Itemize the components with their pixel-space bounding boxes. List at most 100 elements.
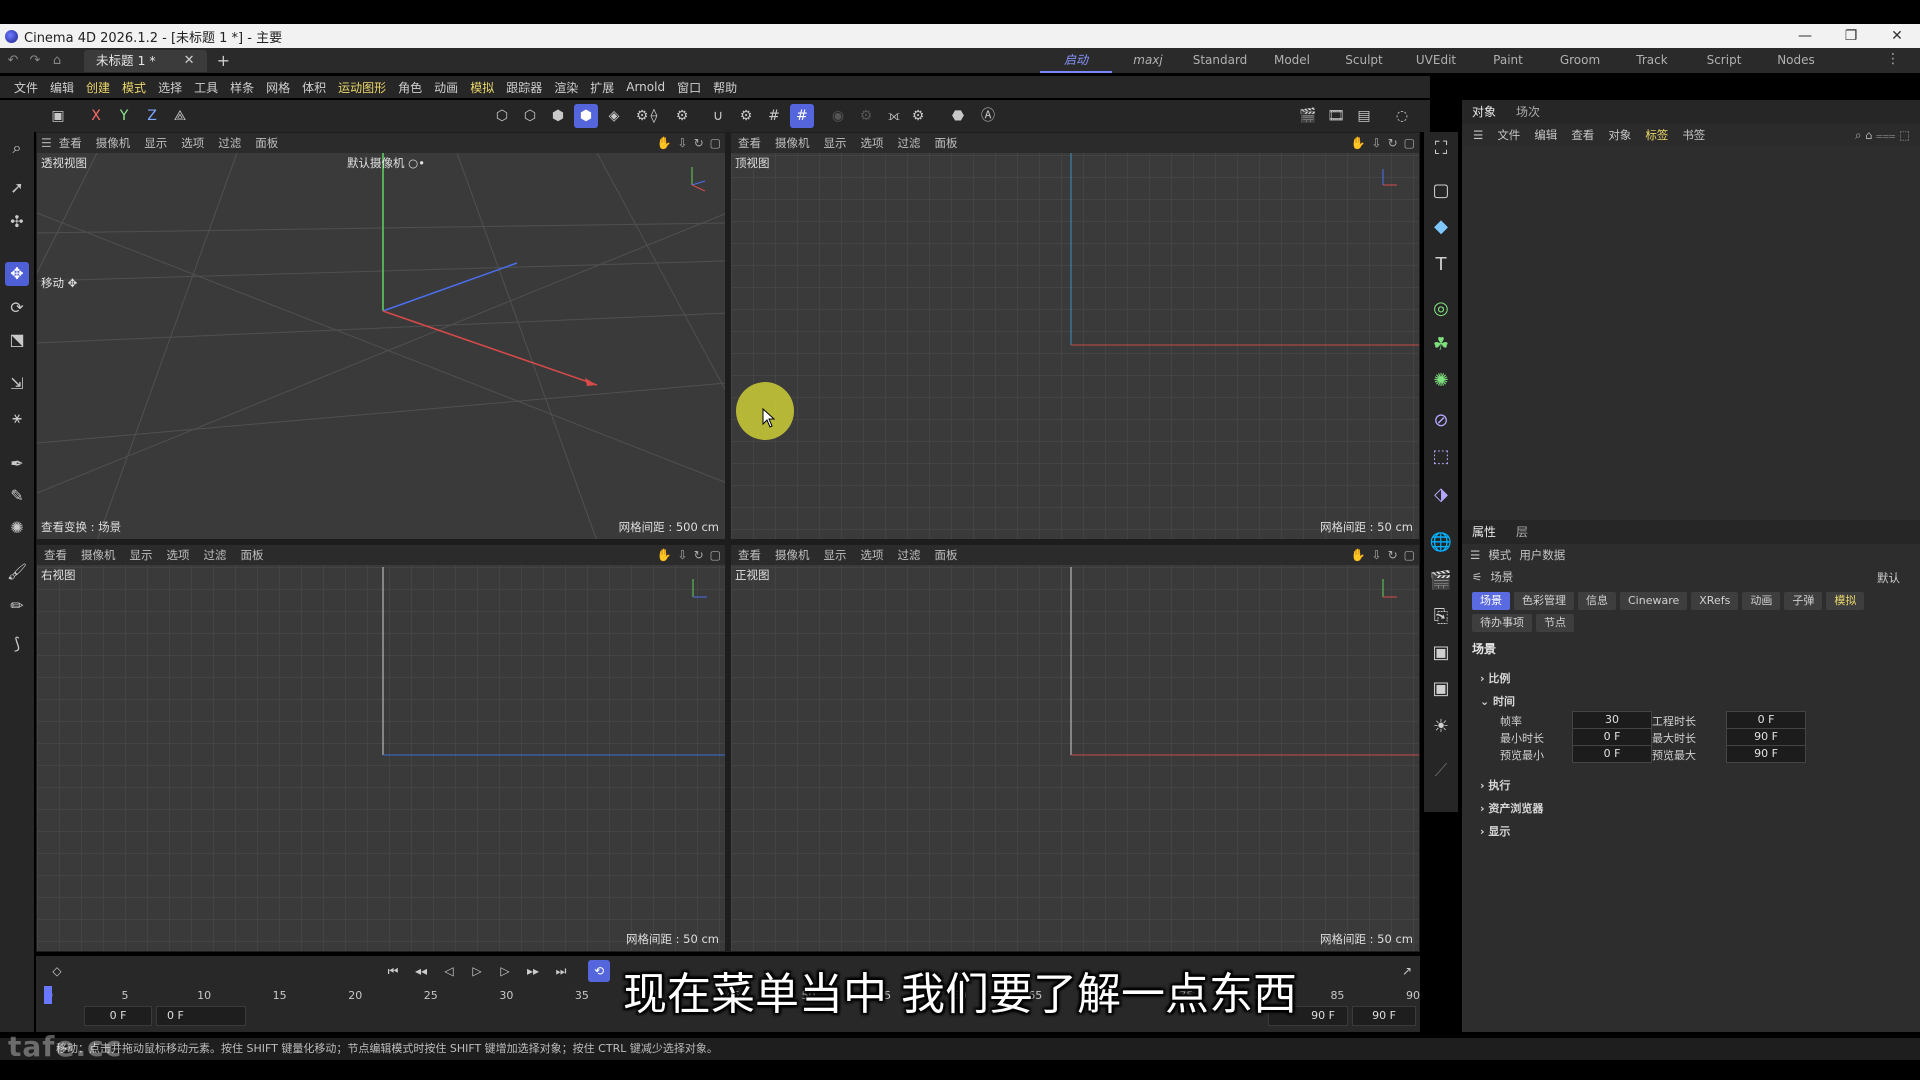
keyframe-icon[interactable]: ◇ <box>46 960 68 982</box>
vp-menu-filter[interactable]: 过滤 <box>197 547 234 563</box>
rotate-tool-icon[interactable]: ⟳ <box>5 296 29 320</box>
tab-objects[interactable]: 对象 <box>1462 100 1506 124</box>
move-tool-icon[interactable]: ✥ <box>5 262 29 286</box>
vp-menu-options[interactable]: 选项 <box>854 547 891 563</box>
deformer-icon[interactable]: ⊘ <box>1428 408 1454 434</box>
layout-sculpt[interactable]: Sculpt <box>1328 48 1400 73</box>
menu-extensions[interactable]: 扩展 <box>584 79 620 96</box>
min-time-input[interactable]: 0 F <box>1572 728 1652 746</box>
dolly-icon[interactable]: ⇩ <box>1372 545 1382 565</box>
menu-spline[interactable]: 样条 <box>224 79 260 96</box>
interactive-render-icon[interactable]: ◌ <box>1390 104 1414 128</box>
camera-rig-icon[interactable]: ▣ <box>1428 676 1454 702</box>
tab-layers[interactable]: 层 <box>1506 520 1538 544</box>
vp-menu-options[interactable]: 选项 <box>160 547 197 563</box>
workplane-icon[interactable]: # <box>762 104 786 128</box>
lock-workplane-icon[interactable]: ⬣ <box>946 104 970 128</box>
pan-icon[interactable]: ✋ <box>1351 545 1366 565</box>
null-object-icon[interactable]: ⛶ <box>1428 136 1454 162</box>
obj-menu-tags[interactable]: 标签 <box>1638 127 1675 143</box>
layout-paint[interactable]: Paint <box>1472 48 1544 73</box>
chip-cineware[interactable]: Cineware <box>1620 592 1688 610</box>
symmetry-icon[interactable]: ⟗ <box>882 104 906 128</box>
transform-tool-icon[interactable]: ⇲ <box>5 372 29 396</box>
go-to-start-icon[interactable]: ⏮ <box>382 960 404 982</box>
layout-uvedit[interactable]: UVEdit <box>1400 48 1472 73</box>
cloner-icon[interactable]: ☘ <box>1428 332 1454 358</box>
vp-menu-panel[interactable]: 面板 <box>248 135 285 151</box>
camera-object-icon[interactable]: 🎬 <box>1428 568 1454 594</box>
dolly-icon[interactable]: ⇩ <box>678 545 688 565</box>
polygons-mode-icon[interactable]: ⬢ <box>546 104 570 128</box>
chip-todo[interactable]: 待办事项 <box>1472 614 1532 632</box>
go-to-end-icon[interactable]: ⏭ <box>550 960 572 982</box>
menu-edit[interactable]: 编辑 <box>44 79 80 96</box>
orbit-icon[interactable]: ↻ <box>1388 545 1398 565</box>
menu-help[interactable]: 帮助 <box>707 79 743 96</box>
current-frame-field[interactable]: 0 F <box>156 1006 246 1026</box>
default-preset-dropdown[interactable]: 默认 <box>1877 570 1900 586</box>
texture-mode-icon[interactable]: ◈ <box>602 104 626 128</box>
pan-icon[interactable]: ✋ <box>657 133 672 153</box>
menu-mesh[interactable]: 网格 <box>260 79 296 96</box>
viewport-camera-label[interactable]: 默认摄像机 ○• <box>347 155 425 171</box>
menu-arnold[interactable]: Arnold <box>620 80 671 94</box>
edges-mode-icon[interactable]: ⬡ <box>518 104 542 128</box>
brush-tool-icon[interactable]: 🖌 <box>5 560 29 584</box>
more-options-icon[interactable]: ⋮ <box>1886 51 1900 67</box>
chip-scene[interactable]: 场景 <box>1472 592 1510 610</box>
close-tab-icon[interactable]: ✕ <box>184 50 195 72</box>
vp-menu-panel[interactable]: 面板 <box>234 547 271 563</box>
redo-icon[interactable]: ↷ <box>26 53 44 68</box>
play-icon[interactable]: ▷ <box>466 960 488 982</box>
vp-menu-filter[interactable]: 过滤 <box>891 547 928 563</box>
menu-simulate[interactable]: 模拟 <box>464 79 500 96</box>
dolly-icon[interactable]: ⇩ <box>678 133 688 153</box>
preview-min-input[interactable]: 0 F <box>1572 745 1652 763</box>
spline-rectangle-icon[interactable]: ▢ <box>1428 178 1454 204</box>
top-viewport[interactable]: 查看 摄像机 显示 选项 过滤 面板 ✋ ⇩ ↻ ▢ 顶视图 网格间距 : 50 cm <box>730 132 1420 540</box>
chip-info[interactable]: 信息 <box>1578 592 1616 610</box>
chip-animation[interactable]: 动画 <box>1742 592 1781 610</box>
vp-menu-panel[interactable]: 面板 <box>928 135 965 151</box>
orbit-icon[interactable]: ↻ <box>694 133 704 153</box>
preview-max-input[interactable]: 90 F <box>1726 745 1806 763</box>
panel-menu-icon[interactable]: ☰ <box>1470 548 1480 562</box>
pen-tool-icon[interactable]: ✒ <box>5 452 29 476</box>
volume-icon[interactable]: ⬗ <box>1428 482 1454 508</box>
snap-settings-icon[interactable]: ⚙ <box>734 104 758 128</box>
vp-menu-display[interactable]: 显示 <box>817 547 854 563</box>
max-frame-field[interactable]: 90 F <box>1352 1006 1416 1026</box>
layout-track[interactable]: Track <box>1616 48 1688 73</box>
menu-tracker[interactable]: 跟踪器 <box>500 79 548 96</box>
pan-icon[interactable]: ✋ <box>1351 133 1366 153</box>
menu-animate[interactable]: 动画 <box>428 79 464 96</box>
project-length-input[interactable]: 0 F <box>1726 711 1806 729</box>
group-display[interactable]: › 显示 <box>1480 823 1510 839</box>
cube-icon[interactable]: ◆ <box>1428 214 1454 240</box>
layout-standard[interactable]: Standard <box>1184 48 1256 73</box>
paint-tool-icon[interactable]: ✺ <box>5 516 29 540</box>
obj-menu-object[interactable]: 对象 <box>1601 127 1638 143</box>
group-asset-browser[interactable]: › 资产浏览器 <box>1480 800 1543 816</box>
vp-menu-filter[interactable]: 过滤 <box>211 135 248 151</box>
chip-bullet[interactable]: 子弹 <box>1784 592 1823 610</box>
group-execute[interactable]: › 执行 <box>1480 777 1510 793</box>
grid-snap-icon[interactable]: # <box>790 104 814 128</box>
fps-input[interactable]: 30 <box>1572 711 1652 729</box>
obj-menu-file[interactable]: 文件 <box>1490 127 1527 143</box>
tag-icon[interactable]: ⟋ <box>1428 758 1454 784</box>
knife-tool-icon[interactable]: ⟆ <box>5 632 29 656</box>
menu-window[interactable]: 窗口 <box>671 79 707 96</box>
previous-key-icon[interactable]: ◂◂ <box>410 960 432 982</box>
vp-menu-options[interactable]: 选项 <box>854 135 891 151</box>
right-viewport[interactable]: 查看 摄像机 显示 选项 过滤 面板 ✋ ⇩ ↻ ▢ 右视图 网格间距 : 50 cm <box>36 544 726 952</box>
vp-menu-filter[interactable]: 过滤 <box>891 135 928 151</box>
vp-menu-display[interactable]: 显示 <box>123 547 160 563</box>
panel-menu-icon[interactable]: ☰ <box>1466 128 1490 142</box>
start-frame-field[interactable]: 0 F <box>84 1006 152 1026</box>
scale-tool-icon[interactable]: ⬔ <box>5 328 29 352</box>
stage-icon[interactable]: ⎘ <box>1428 604 1454 630</box>
maximize-view-icon[interactable]: ▢ <box>710 545 721 565</box>
menu-mode[interactable]: 模式 <box>116 79 152 96</box>
